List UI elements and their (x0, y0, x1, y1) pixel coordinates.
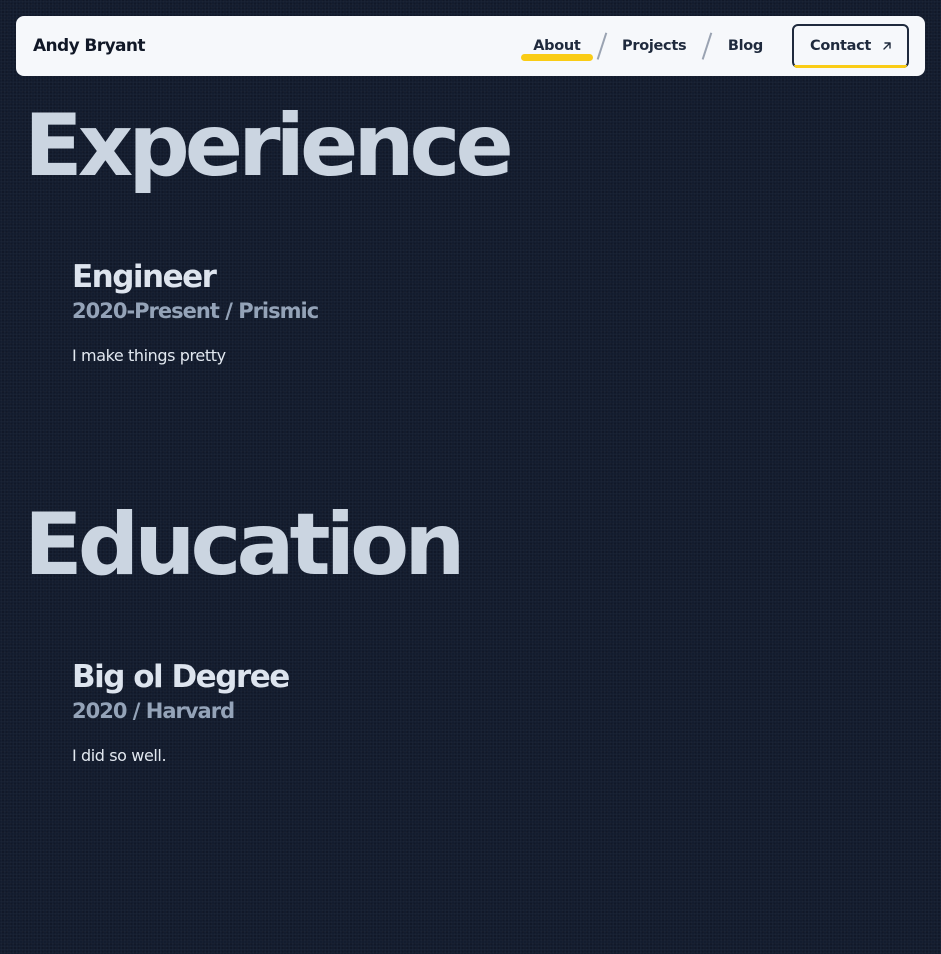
nav-links: About Projects Blog Contact (521, 16, 909, 76)
education-entry-period: 2020 (72, 699, 127, 723)
contact-button[interactable]: Contact (792, 24, 909, 68)
experience-entry-period: 2020-Present (72, 299, 220, 323)
education-entry: Big ol Degree 2020 / Harvard I did so we… (72, 658, 290, 766)
nav-link-about-label: About (533, 38, 581, 54)
experience-entry-organization: Prismic (238, 299, 319, 323)
brand-link[interactable]: Andy Bryant (33, 36, 146, 56)
experience-entry-meta: 2020-Present / Prismic (72, 298, 319, 324)
meta-separator: / (225, 299, 233, 323)
nav-separator (596, 32, 607, 60)
education-entry-description: I did so well. (72, 746, 167, 765)
experience-entry-title: Engineer (72, 259, 217, 295)
contact-button-underline (794, 65, 907, 68)
experience-entry: Engineer 2020-Present / Prismic I make t… (72, 258, 319, 366)
experience-entry-description: I make things pretty (72, 346, 226, 365)
arrow-up-right-icon (881, 40, 893, 52)
nav-link-about[interactable]: About (521, 16, 593, 76)
nav-separator (702, 32, 713, 60)
nav-link-projects[interactable]: Projects (610, 16, 698, 76)
education-heading: Education (24, 495, 465, 595)
meta-separator: / (132, 699, 141, 723)
active-nav-underline (521, 54, 593, 61)
contact-button-label: Contact (810, 38, 872, 54)
education-entry-meta: 2020 / Harvard (72, 698, 289, 724)
education-entry-organization: Harvard (145, 699, 235, 723)
experience-heading: Experience (24, 96, 514, 196)
education-entry-title: Big ol Degree (72, 659, 290, 695)
site-navbar: Andy Bryant About Projects Blog Contact (16, 16, 925, 76)
nav-link-blog[interactable]: Blog (716, 16, 775, 76)
